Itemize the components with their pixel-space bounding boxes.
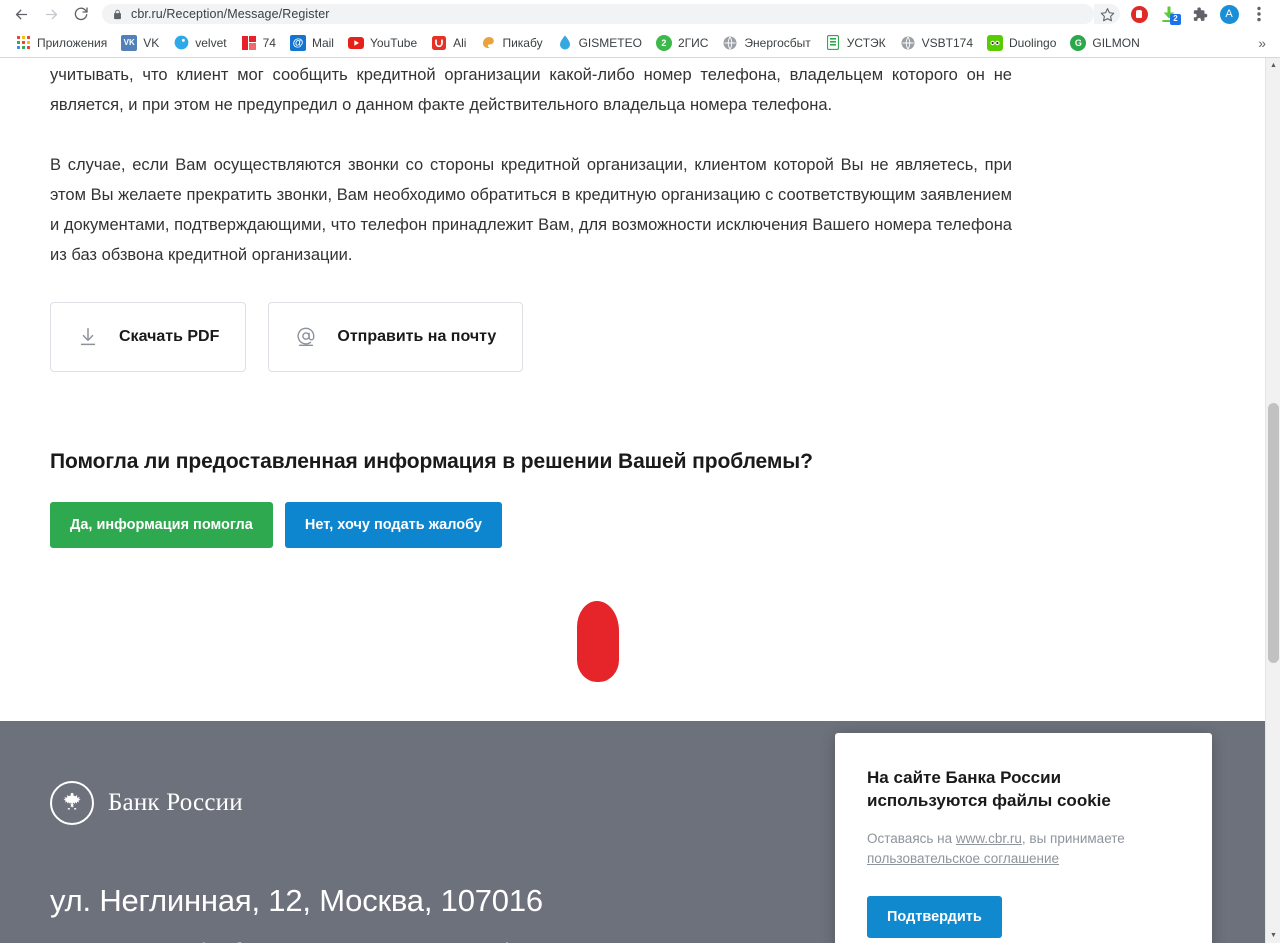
page-scrollbar[interactable]: ▲ ▼ [1265, 58, 1280, 943]
cookie-text: Оставаясь на www.cbr.ru, вы принимаете п… [867, 829, 1180, 869]
gilmon-icon: G [1070, 34, 1087, 51]
download-count-badge: 2 [1170, 14, 1181, 25]
article-body: учитывать, что клиент мог сообщить креди… [0, 58, 1265, 270]
ustek-icon [825, 35, 841, 51]
bookmark-youtube[interactable]: YouTube [341, 32, 424, 54]
bookmark-mail[interactable]: @ Mail [283, 32, 341, 54]
download-arrow-icon [77, 326, 99, 348]
bookmark-label: VSBT174 [921, 35, 974, 50]
bookmark-label: Duolingo [1009, 35, 1057, 50]
bookmark-energosbyt[interactable]: Энергосбыт [715, 32, 817, 54]
browser-toolbar: cbr.ru/Reception/Message/Register 2 A [0, 0, 1280, 28]
profile-avatar[interactable]: A [1214, 1, 1244, 27]
bookmark-label: GISMETEO [578, 35, 642, 50]
send-email-label: Отправить на почту [337, 328, 497, 345]
bookmarks-bar: Приложения VK VK velvet 74 @ Mail YouTub… [0, 28, 1280, 57]
phone-number[interactable]: 8 800 300-30-00 [50, 937, 200, 943]
bookmark-pikabu[interactable]: Пикабу [473, 32, 549, 54]
reload-icon[interactable] [66, 1, 96, 27]
bookmark-gilmon[interactable]: G GILMON [1063, 32, 1146, 54]
bookmark-apps[interactable]: Приложения [8, 32, 114, 54]
energosbyt-icon [722, 35, 738, 51]
cookie-agreement-link[interactable]: пользовательское соглашение [867, 851, 1059, 866]
bookmark-label: Энергосбыт [744, 35, 811, 50]
bookmark-label: УСТЭК [846, 35, 886, 50]
velvet-icon [173, 35, 189, 51]
bookmark-duolingo[interactable]: Duolingo [980, 32, 1063, 54]
adblock-glyph [1130, 5, 1148, 23]
chrome-menu-icon[interactable] [1244, 1, 1274, 27]
lock-icon [112, 8, 123, 21]
red-highlight-mark [577, 601, 619, 682]
bookmark-ali[interactable]: Ali [424, 32, 473, 54]
double-headed-eagle-icon [50, 781, 94, 825]
cookie-consent-banner: На сайте Банка России используются файлы… [835, 733, 1212, 943]
bookmark-label: Ali [453, 35, 467, 50]
bookmark-vsbt174[interactable]: VSBT174 [893, 32, 980, 54]
page-viewport: учитывать, что клиент мог сообщить креди… [0, 58, 1280, 943]
scroll-down-arrow-icon[interactable]: ▼ [1266, 928, 1280, 943]
cookie-text-middle: , вы принимаете [1021, 831, 1125, 846]
at-sign-icon [295, 326, 317, 348]
bookmark-gismeteo[interactable]: GISMETEO [550, 32, 649, 54]
vsbt174-icon [900, 35, 916, 51]
youtube-icon [347, 35, 364, 51]
bookmark-label: GILMON [1092, 35, 1140, 50]
2gis-icon: 2 [655, 34, 672, 51]
bookmark-2gis[interactable]: 2 2ГИС [649, 32, 715, 54]
download-pdf-label: Скачать PDF [119, 328, 220, 345]
adblock-icon[interactable] [1124, 1, 1154, 27]
bookmark-label: 2ГИС [677, 35, 709, 50]
bookmark-label: VK [143, 35, 160, 50]
document-actions: Скачать PDF Отправить на почту [0, 270, 1265, 372]
phone-note: (для бесплатных звонков из регионов Росс… [200, 937, 511, 943]
url-text: cbr.ru/Reception/Message/Register [131, 7, 330, 21]
bookmark-label: Пикабу [502, 35, 543, 50]
toolbar-icon-group: 2 A [1094, 1, 1274, 27]
feedback-question: Помогла ли предоставленная информация в … [50, 450, 813, 473]
article-paragraph: учитывать, что клиент мог сообщить креди… [50, 66, 1012, 114]
bookmark-label: YouTube [369, 35, 418, 50]
download-icon[interactable]: 2 [1154, 1, 1184, 27]
footer-brand-name: Банк России [108, 789, 243, 816]
article-paragraph: В случае, если Вам осуществляются звонки… [50, 156, 1012, 264]
pikabu-icon [480, 35, 496, 51]
duolingo-icon [987, 34, 1004, 51]
bookmark-74[interactable]: 74 [234, 32, 283, 54]
aliexpress-icon [431, 35, 447, 51]
cookie-confirm-button[interactable]: Подтвердить [867, 896, 1002, 938]
scroll-up-arrow-icon[interactable]: ▲ [1266, 58, 1280, 73]
feedback-buttons: Да, информация помогла Нет, хочу подать … [50, 502, 1215, 548]
profile-initial: A [1219, 4, 1239, 24]
site74-icon [241, 35, 257, 51]
back-icon[interactable] [6, 1, 36, 27]
bookmark-label: 74 [262, 35, 276, 50]
cookie-site-link[interactable]: www.cbr.ru [956, 831, 1022, 846]
bookmark-ustek[interactable]: УСТЭК [818, 32, 893, 54]
mail-icon: @ [289, 34, 306, 51]
cookie-title: На сайте Банка России используются файлы… [867, 768, 1111, 810]
bookmark-vk[interactable]: VK VK [114, 32, 166, 54]
extensions-puzzle-icon[interactable] [1184, 1, 1214, 27]
forward-icon[interactable] [36, 1, 66, 27]
page-content: учитывать, что клиент мог сообщить креди… [0, 58, 1265, 943]
gismeteo-icon [557, 35, 573, 51]
vk-icon: VK [121, 34, 138, 51]
cookie-text-before: Оставаясь на [867, 831, 956, 846]
feedback-section: Помогла ли предоставленная информация в … [0, 372, 1265, 548]
bookmark-label: Mail [311, 35, 334, 50]
address-bar[interactable]: cbr.ru/Reception/Message/Register [102, 4, 1094, 24]
browser-chrome: cbr.ru/Reception/Message/Register 2 A Пр… [0, 0, 1280, 58]
feedback-yes-button[interactable]: Да, информация помогла [50, 502, 273, 548]
apps-grid-icon [15, 35, 31, 51]
bookmark-label: Приложения [37, 35, 108, 50]
send-email-button[interactable]: Отправить на почту [268, 302, 524, 372]
download-pdf-button[interactable]: Скачать PDF [50, 302, 247, 372]
scrollbar-thumb[interactable] [1268, 403, 1279, 663]
bookmark-velvet[interactable]: velvet [166, 32, 233, 54]
bookmarks-overflow-icon[interactable]: » [1252, 33, 1272, 53]
feedback-no-button[interactable]: Нет, хочу подать жалобу [284, 502, 502, 548]
bookmark-label: velvet [195, 35, 227, 50]
bookmark-star-icon[interactable] [1094, 4, 1120, 24]
